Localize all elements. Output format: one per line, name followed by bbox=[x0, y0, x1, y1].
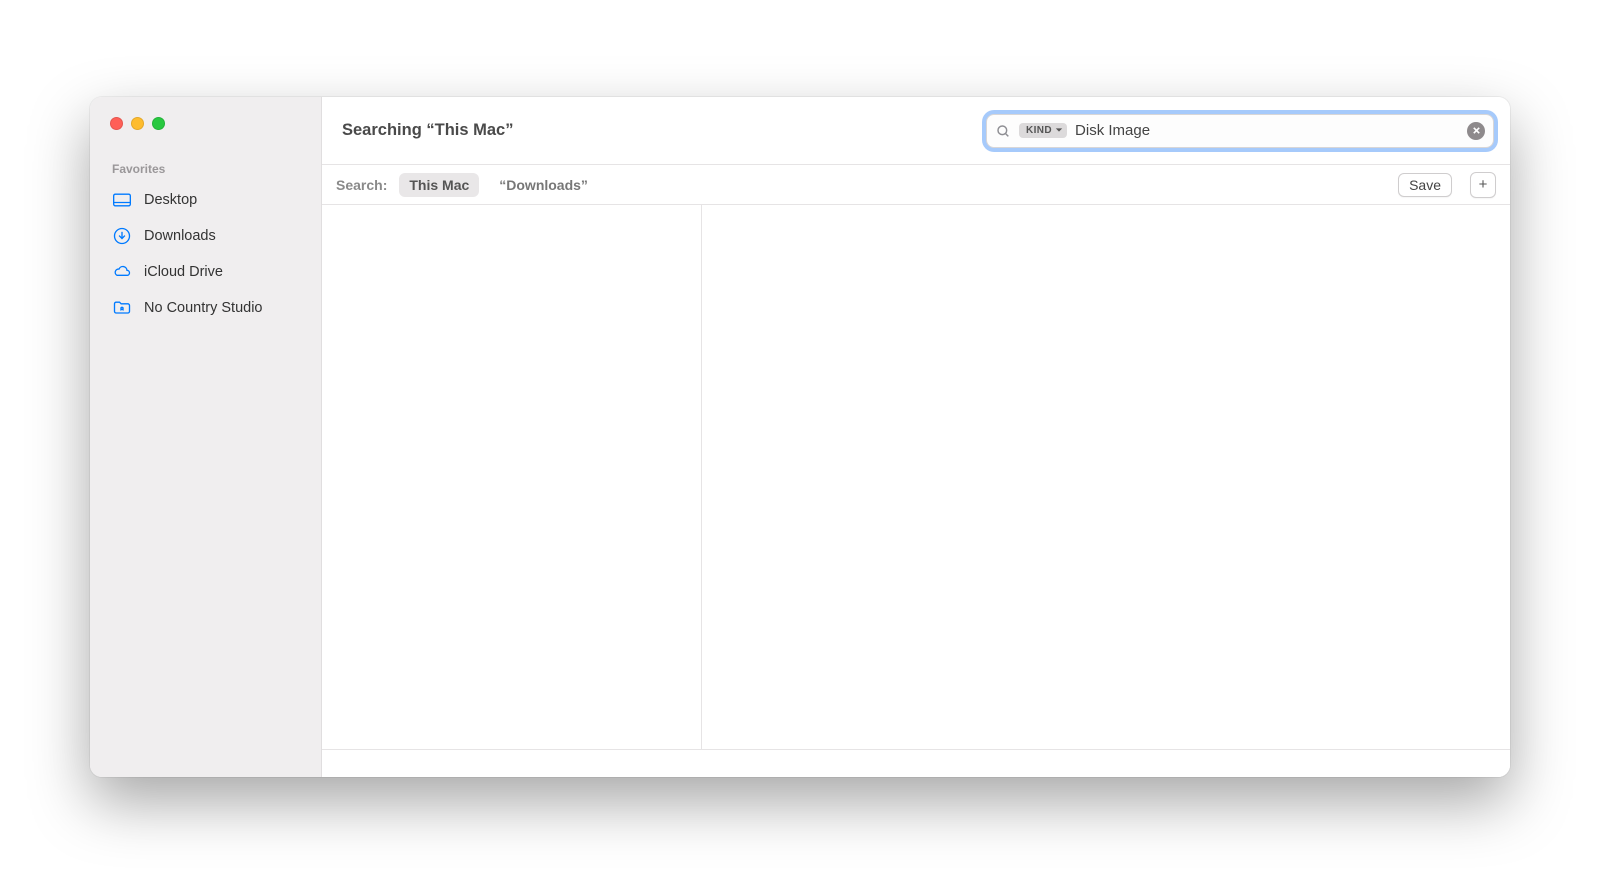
window-title: Searching “This Mac” bbox=[342, 121, 513, 140]
downloads-icon bbox=[112, 226, 132, 246]
sidebar-item-label: No Country Studio bbox=[144, 300, 262, 316]
desktop-icon bbox=[112, 190, 132, 210]
search-field[interactable]: KIND bbox=[986, 114, 1494, 148]
search-token-kind[interactable]: KIND bbox=[1019, 123, 1067, 138]
traffic-lights bbox=[90, 117, 321, 158]
sidebar-section-favorites: Favorites bbox=[90, 158, 321, 182]
search-token-label: KIND bbox=[1026, 125, 1052, 136]
toolbar: Searching “This Mac” KIND bbox=[322, 97, 1510, 165]
search-input[interactable] bbox=[1075, 122, 1459, 139]
icloud-icon bbox=[112, 262, 132, 282]
results-area bbox=[322, 205, 1510, 749]
minimize-window-button[interactable] bbox=[131, 117, 144, 130]
add-criteria-button[interactable]: + bbox=[1470, 172, 1496, 198]
fullscreen-window-button[interactable] bbox=[152, 117, 165, 130]
save-search-button[interactable]: Save bbox=[1398, 173, 1452, 197]
preview-column bbox=[702, 205, 1510, 749]
close-window-button[interactable] bbox=[110, 117, 123, 130]
folder-icon bbox=[112, 298, 132, 318]
finder-window: Favorites Desktop Downloads bbox=[90, 97, 1510, 777]
sidebar-item-downloads[interactable]: Downloads bbox=[90, 218, 321, 254]
sidebar-item-no-country-studio[interactable]: No Country Studio bbox=[90, 290, 321, 326]
scope-this-mac[interactable]: This Mac bbox=[399, 173, 479, 197]
sidebar: Favorites Desktop Downloads bbox=[90, 97, 322, 777]
sidebar-item-desktop[interactable]: Desktop bbox=[90, 182, 321, 218]
main-content: Searching “This Mac” KIND bbox=[322, 97, 1510, 777]
search-icon bbox=[995, 123, 1011, 139]
sidebar-item-label: iCloud Drive bbox=[144, 264, 223, 280]
sidebar-item-icloud-drive[interactable]: iCloud Drive bbox=[90, 254, 321, 290]
sidebar-item-label: Downloads bbox=[144, 228, 216, 244]
scope-downloads[interactable]: “Downloads” bbox=[489, 173, 598, 197]
chevron-down-icon bbox=[1055, 126, 1063, 136]
scope-label: Search: bbox=[336, 177, 387, 193]
sidebar-item-label: Desktop bbox=[144, 192, 197, 208]
path-bar bbox=[322, 749, 1510, 777]
search-scope-bar: Search: This Mac “Downloads” Save + bbox=[322, 165, 1510, 205]
results-list-column[interactable] bbox=[322, 205, 702, 749]
clear-search-button[interactable] bbox=[1467, 122, 1485, 140]
